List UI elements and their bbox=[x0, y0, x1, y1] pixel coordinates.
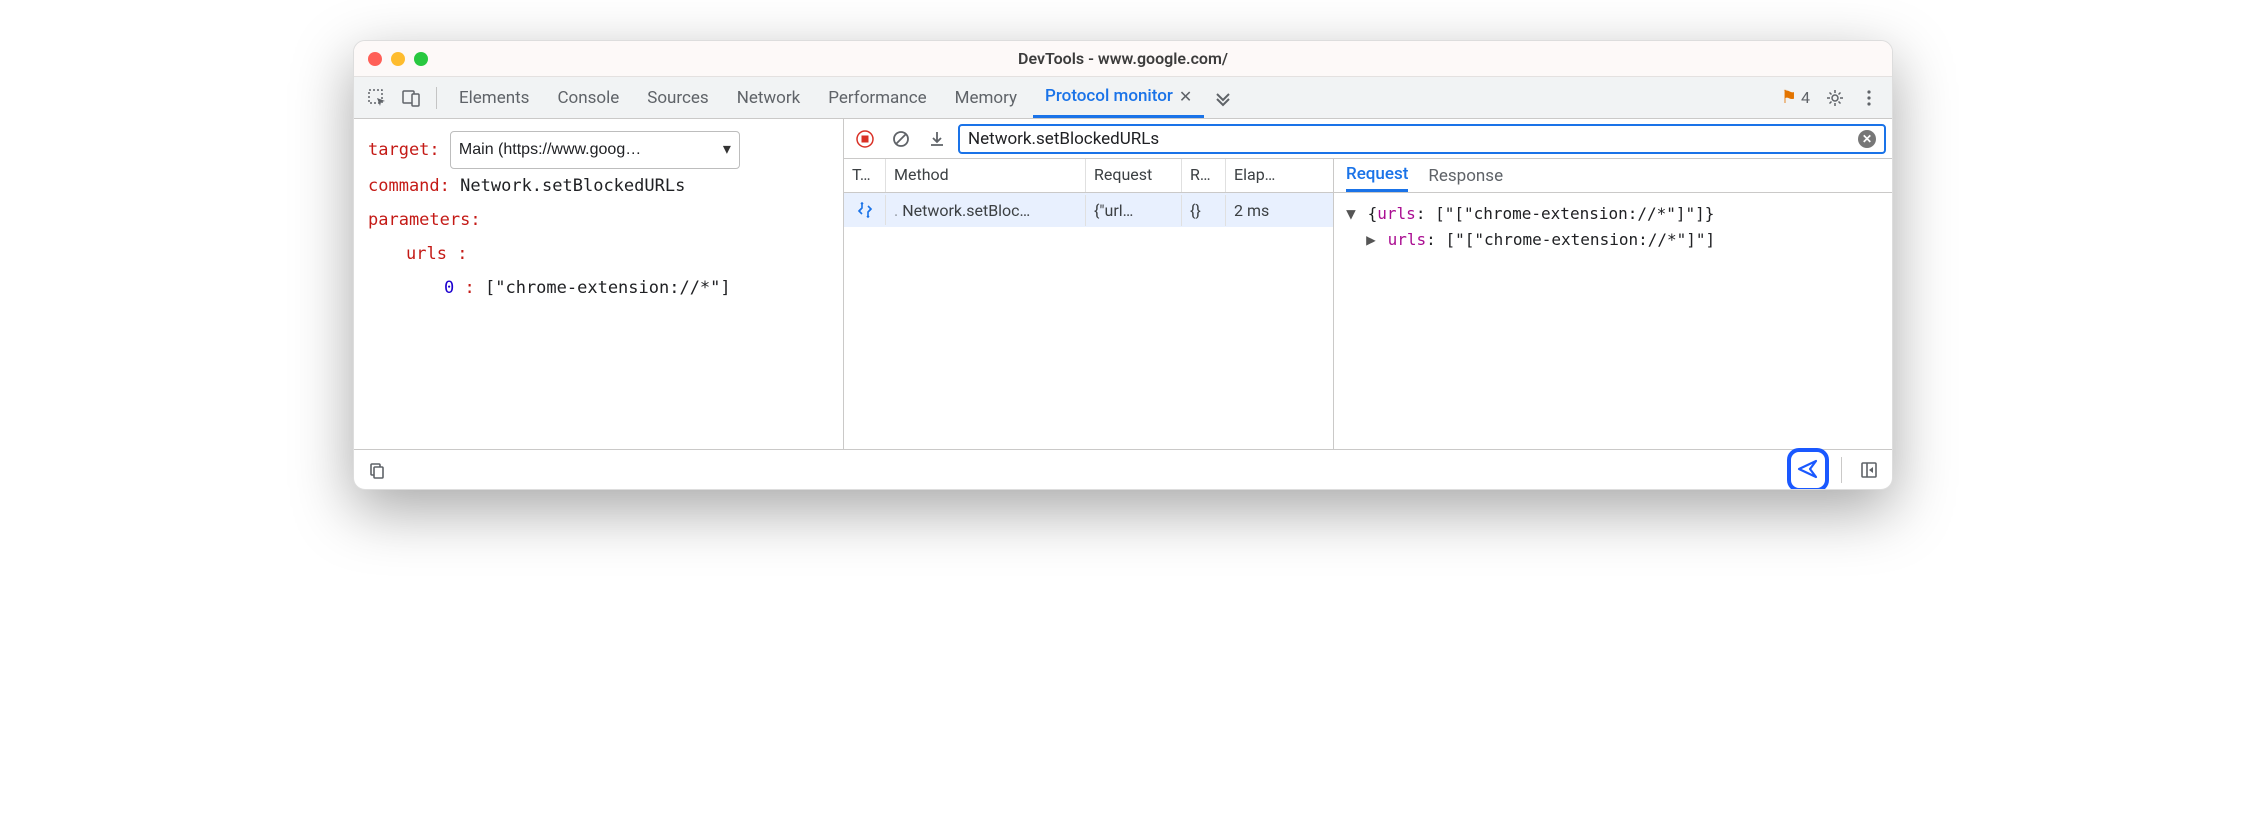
devtools-window: DevTools - www.google.com/ Elements Cons… bbox=[353, 40, 1893, 490]
tree-line-2[interactable]: ▶ urls: ["["chrome-extension://*"]"] bbox=[1344, 227, 1882, 253]
param-key: urls bbox=[406, 244, 447, 264]
row-type-icon bbox=[844, 195, 886, 225]
footer-toolbar bbox=[354, 449, 1892, 489]
more-tabs-icon[interactable] bbox=[1208, 83, 1238, 113]
detail-body: ▼ {urls: ["["chrome-extension://*"]"]} ▶… bbox=[1334, 193, 1892, 260]
settings-icon[interactable] bbox=[1820, 83, 1850, 113]
divider bbox=[436, 87, 437, 109]
row-elapsed: 2 ms bbox=[1226, 195, 1304, 226]
command-value: Network.setBlockedURLs bbox=[460, 176, 685, 196]
close-window-button[interactable] bbox=[368, 52, 382, 66]
command-label: command bbox=[368, 176, 440, 196]
col-elapsed[interactable]: Elap… bbox=[1226, 159, 1304, 192]
row-request: {"url… bbox=[1086, 195, 1182, 226]
panel-tabs: Elements Console Sources Network Perform… bbox=[354, 77, 1892, 119]
window-title: DevTools - www.google.com/ bbox=[354, 49, 1892, 68]
content-area: target: Main (https://www.goog… ▾ comman… bbox=[354, 119, 1892, 449]
target-select-value: Main (https://www.goog… bbox=[459, 134, 641, 166]
close-tab-icon[interactable]: ✕ bbox=[1179, 87, 1192, 106]
divider bbox=[1841, 457, 1842, 483]
filter-value: Network.setBlockedURLs bbox=[968, 129, 1159, 149]
clear-icon[interactable] bbox=[886, 124, 916, 154]
detail-tab-response[interactable]: Response bbox=[1428, 159, 1503, 192]
messages-table: T… Method Request R… Elap… . Network.set… bbox=[844, 159, 1334, 449]
issues-icon: ⚑ bbox=[1781, 87, 1797, 108]
download-icon[interactable] bbox=[922, 124, 952, 154]
parameters-label: parameters bbox=[368, 210, 470, 230]
clear-filter-icon[interactable]: ✕ bbox=[1858, 130, 1876, 148]
send-command-highlight bbox=[1787, 448, 1829, 491]
command-editor-pane: target: Main (https://www.goog… ▾ comman… bbox=[354, 119, 844, 449]
kebab-menu-icon[interactable] bbox=[1854, 83, 1884, 113]
target-label: target bbox=[368, 140, 429, 160]
expand-arrow-down-icon[interactable]: ▼ bbox=[1344, 201, 1358, 227]
titlebar: DevTools - www.google.com/ bbox=[354, 41, 1892, 77]
tree-line-1[interactable]: ▼ {urls: ["["chrome-extension://*"]"]} bbox=[1344, 201, 1882, 227]
window-controls bbox=[368, 52, 428, 66]
detail-tabs: Request Response bbox=[1334, 159, 1892, 193]
device-toolbar-icon[interactable] bbox=[396, 83, 426, 113]
record-icon[interactable] bbox=[850, 124, 880, 154]
param-index: 0 bbox=[444, 278, 454, 298]
monitor-toolbar: Network.setBlockedURLs ✕ bbox=[844, 119, 1892, 159]
dropdown-caret-icon: ▾ bbox=[723, 134, 731, 166]
copy-icon[interactable] bbox=[362, 455, 392, 485]
col-response[interactable]: R… bbox=[1182, 159, 1226, 192]
minimize-window-button[interactable] bbox=[391, 52, 405, 66]
tab-sources[interactable]: Sources bbox=[635, 77, 720, 118]
monitor-split: T… Method Request R… Elap… . Network.set… bbox=[844, 159, 1892, 449]
tab-performance[interactable]: Performance bbox=[816, 77, 938, 118]
maximize-window-button[interactable] bbox=[414, 52, 428, 66]
tab-protocol-monitor[interactable]: Protocol monitor ✕ bbox=[1033, 77, 1204, 118]
tab-elements[interactable]: Elements bbox=[447, 77, 541, 118]
row-method: . Network.setBloc… bbox=[886, 195, 1086, 226]
monitor-pane: Network.setBlockedURLs ✕ T… Method Reque… bbox=[844, 119, 1892, 449]
col-type[interactable]: T… bbox=[844, 159, 886, 192]
col-method[interactable]: Method bbox=[886, 159, 1086, 192]
toggle-sidebar-icon[interactable] bbox=[1854, 455, 1884, 485]
tab-memory[interactable]: Memory bbox=[943, 77, 1029, 118]
command-editor: target: Main (https://www.goog… ▾ comman… bbox=[354, 119, 843, 449]
table-row[interactable]: . Network.setBloc… {"url… {} 2 ms bbox=[844, 193, 1333, 227]
table-header: T… Method Request R… Elap… bbox=[844, 159, 1333, 193]
col-request[interactable]: Request bbox=[1086, 159, 1182, 192]
target-select[interactable]: Main (https://www.goog… ▾ bbox=[450, 131, 740, 169]
send-command-button[interactable] bbox=[1793, 454, 1823, 484]
tab-console[interactable]: Console bbox=[545, 77, 631, 118]
row-response: {} bbox=[1182, 195, 1226, 226]
filter-input[interactable]: Network.setBlockedURLs ✕ bbox=[958, 124, 1886, 154]
expand-arrow-right-icon[interactable]: ▶ bbox=[1364, 227, 1378, 253]
issues-counter[interactable]: ⚑ 4 bbox=[1775, 87, 1816, 108]
detail-tab-request[interactable]: Request bbox=[1346, 159, 1408, 192]
param-value: ["chrome-extension://*"] bbox=[485, 278, 731, 298]
detail-pane: Request Response ▼ {urls: ["["chrome-ext… bbox=[1334, 159, 1892, 449]
inspect-element-icon[interactable] bbox=[362, 83, 392, 113]
tab-network[interactable]: Network bbox=[725, 77, 813, 118]
